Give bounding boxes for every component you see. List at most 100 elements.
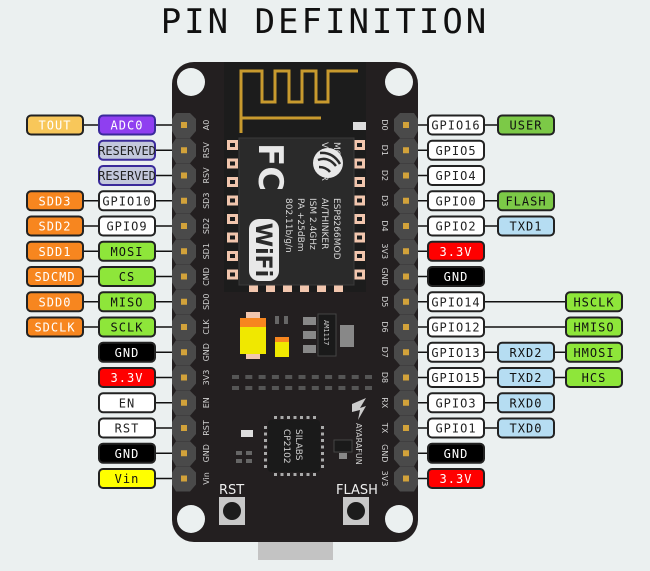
chip-pin	[264, 426, 267, 429]
flash-button-cap[interactable]	[347, 502, 365, 520]
header-pin[interactable]	[181, 172, 187, 179]
pin-label-sdd0: SDD0	[26, 291, 84, 313]
header-pin[interactable]	[181, 349, 187, 356]
header-pin[interactable]	[181, 122, 187, 128]
module-pad-hole	[230, 180, 235, 184]
header-pin[interactable]	[403, 273, 409, 280]
smd-component	[353, 122, 366, 130]
smd-component	[298, 386, 306, 390]
smd-component	[232, 386, 239, 390]
header-pin[interactable]	[181, 197, 187, 204]
pin-label-text: FLASH	[505, 194, 546, 208]
chip-pin	[321, 445, 324, 449]
chip-pin	[321, 452, 324, 455]
header-pin[interactable]	[181, 475, 187, 482]
header-pin[interactable]	[181, 399, 187, 406]
chip-pin	[280, 473, 284, 476]
header-pin[interactable]	[403, 172, 409, 179]
header-pin[interactable]	[181, 324, 187, 330]
pin-label-sdcmd: SDCMD	[26, 266, 84, 287]
smd-component	[365, 375, 372, 379]
pin-label-text: GPIO4	[435, 169, 476, 183]
chip-pin	[274, 473, 277, 476]
chip-pin	[321, 432, 324, 436]
pin-label-gpio1: GPIO1	[427, 417, 485, 439]
pin-label-text: USER	[510, 119, 543, 133]
pin-label-text: GPIO0	[435, 194, 476, 208]
pin-label-text: GPIO3	[435, 396, 476, 410]
pin-label-hcs: HCS	[565, 367, 623, 388]
pin-label-text: GPIO12	[431, 321, 480, 335]
chip-pin	[321, 465, 324, 468]
module-pad	[300, 285, 309, 292]
header-pin[interactable]	[181, 273, 187, 280]
module-pad-hole	[357, 143, 362, 147]
header-pin[interactable]	[181, 374, 187, 381]
smd-component	[271, 386, 279, 390]
header-pin[interactable]	[403, 475, 409, 482]
module-pad-hole	[357, 198, 362, 203]
regulator-tab	[340, 325, 354, 347]
pin-label-text: GND	[444, 447, 469, 461]
pin-label-reserved: RESERVED	[98, 139, 156, 161]
chip-pin	[264, 458, 267, 462]
header-pin[interactable]	[403, 122, 409, 128]
pin-label-txd1: TXD1	[497, 215, 555, 237]
smd-component	[246, 451, 252, 455]
module-pad-hole	[357, 254, 362, 258]
header-pin[interactable]	[403, 298, 409, 305]
header-pin[interactable]	[403, 197, 409, 204]
pin-label-txd2: TXD2	[497, 367, 555, 388]
pin-label-text: 3.3V	[440, 245, 473, 259]
module-text-value: ESP8266MOD	[331, 198, 341, 260]
silk-label-left: SD2	[202, 218, 211, 234]
chip-pin	[321, 426, 324, 429]
header-pin[interactable]	[403, 425, 409, 431]
pin-label-text: GPIO14	[431, 295, 480, 309]
header-pin[interactable]	[403, 324, 409, 330]
silk-label-left: RST	[202, 420, 211, 436]
silk-label-left: RSV	[202, 142, 211, 159]
pin-label-text: TXD2	[510, 371, 543, 385]
pin-label-text: RST	[115, 422, 140, 436]
pin-label-text: GND	[444, 270, 469, 284]
header-pin[interactable]	[181, 147, 187, 154]
pin-label-text: 3.3V	[111, 371, 144, 385]
header-pin[interactable]	[403, 223, 409, 229]
pin-label-text: SDD2	[39, 220, 72, 234]
smd-component	[311, 386, 319, 390]
header-pin[interactable]	[181, 248, 187, 255]
rst-button-cap[interactable]	[223, 502, 241, 520]
capacitor-pad	[246, 354, 260, 359]
transistor	[333, 439, 353, 453]
header-pin[interactable]	[403, 248, 409, 255]
pin-label-hmosi: HMOSI	[565, 341, 623, 363]
module-pad	[266, 285, 275, 292]
chip-pin	[321, 439, 324, 442]
silk-label-left: A0	[202, 120, 211, 131]
header-pin[interactable]	[403, 450, 409, 457]
pin-label-text: GPIO10	[102, 194, 151, 208]
pin-label-text: SDCMD	[34, 270, 75, 284]
smd-component	[365, 386, 372, 390]
pin-label-reserved: RESERVED	[98, 165, 156, 186]
header-pin[interactable]	[403, 374, 409, 381]
header-pin[interactable]	[181, 425, 187, 431]
header-pin[interactable]	[403, 349, 409, 356]
header-pin[interactable]	[403, 147, 409, 154]
silk-label-left: GND	[202, 343, 211, 361]
silk-label-left: SD3	[202, 193, 211, 209]
header-pin[interactable]	[181, 298, 187, 305]
chip-pin	[264, 445, 267, 449]
module-pad-hole	[357, 235, 362, 240]
header-pin[interactable]	[403, 399, 409, 406]
header-pin[interactable]	[181, 450, 187, 457]
pin-label-adc0: ADC0	[98, 114, 156, 136]
pin-label-text: RESERVED	[98, 169, 156, 183]
pinout-diagram: MODELVENDORISM 2.4GHzPA +25dBm802.11b/g/…	[26, 62, 623, 560]
pin-label-text: SDCLK	[34, 321, 75, 335]
chip-label-line-2: CP2102	[281, 429, 291, 464]
header-pin[interactable]	[181, 223, 187, 229]
mounting-hole	[177, 68, 205, 96]
pin-label-text: MISO	[111, 295, 144, 309]
